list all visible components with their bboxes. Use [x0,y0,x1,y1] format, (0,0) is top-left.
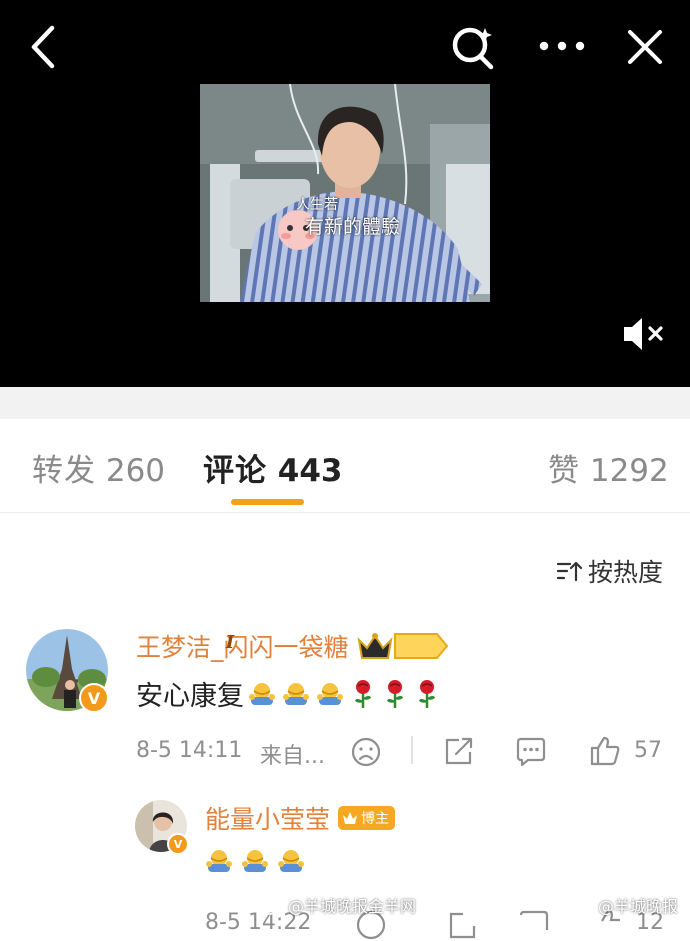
video-overlay-caption-line1: 人生若 [296,197,338,213]
weibo-logo-icon [258,895,284,915]
sort-label: 按热度 [588,558,664,587]
tab-likes-label: 赞 [548,453,580,489]
verified-badge-icon: V [79,683,109,713]
reply-comment-icon[interactable] [514,736,548,768]
section-separator [0,387,690,419]
watermark-right: @羊城晚报 [568,893,678,917]
dislike-face-icon[interactable] [350,736,382,768]
comment-timestamp: 8-5 14:11 [136,738,243,763]
more-options-icon[interactable] [538,38,588,54]
watermark-left-text: @羊城晚报金羊网 [288,897,417,916]
tab-comments[interactable]: 评论 443 [203,445,343,490]
reply-username[interactable]: 能量小莹莹 [205,800,330,836]
tab-divider [0,512,690,513]
hug-emoji-icon [282,681,310,707]
tab-comments-label: 评论 [203,453,267,489]
close-icon[interactable] [626,28,664,66]
share-icon[interactable] [446,909,480,941]
meta-divider [411,736,413,764]
comment-text: 安心康复 [136,681,244,712]
blogger-badge-label: 博主 [361,811,390,827]
like-count: 57 [634,738,662,763]
mute-icon[interactable] [620,315,666,353]
blogger-badge-icon [341,809,359,827]
active-tab-indicator [231,499,304,505]
tab-reposts[interactable]: 转发 260 [32,445,165,490]
vip-level-text: I [225,632,235,653]
hug-emoji-icon [316,681,344,707]
tab-likes-count: 1292 [589,453,669,489]
search-icon[interactable] [448,22,498,72]
like-thumb-icon[interactable] [588,734,622,768]
vip-crown-badge-icon [357,630,449,662]
hug-emoji-icon [248,681,276,707]
rose-emoji-icon [414,679,440,709]
sort-button[interactable]: 按热度 [556,553,663,589]
video-thumbnail[interactable] [200,84,490,302]
hug-emoji-icon [277,848,305,874]
video-overlay-caption-line2: 有新的體驗 [305,216,401,238]
tab-reposts-count: 260 [105,453,166,489]
share-icon[interactable] [442,735,476,767]
rose-emoji-icon [350,679,376,709]
verified-badge-icon: V [167,833,189,855]
watermark-left: @羊城晚报金羊网 [258,893,416,917]
comment-source: 来自... [260,744,325,769]
tab-comments-count: 443 [277,453,343,489]
hug-emoji-icon [205,848,233,874]
weibo-logo-icon [568,895,594,915]
reply-comment-icon[interactable] [517,909,551,941]
hug-emoji-icon [241,848,269,874]
blogger-badge: 博主 [338,806,396,830]
rose-emoji-icon [382,679,408,709]
sort-icon [556,559,584,583]
back-icon[interactable] [26,24,60,70]
tab-reposts-label: 转发 [32,453,96,489]
watermark-right-text: @羊城晚报 [598,897,679,916]
tab-likes[interactable]: 赞 1292 [548,445,669,490]
